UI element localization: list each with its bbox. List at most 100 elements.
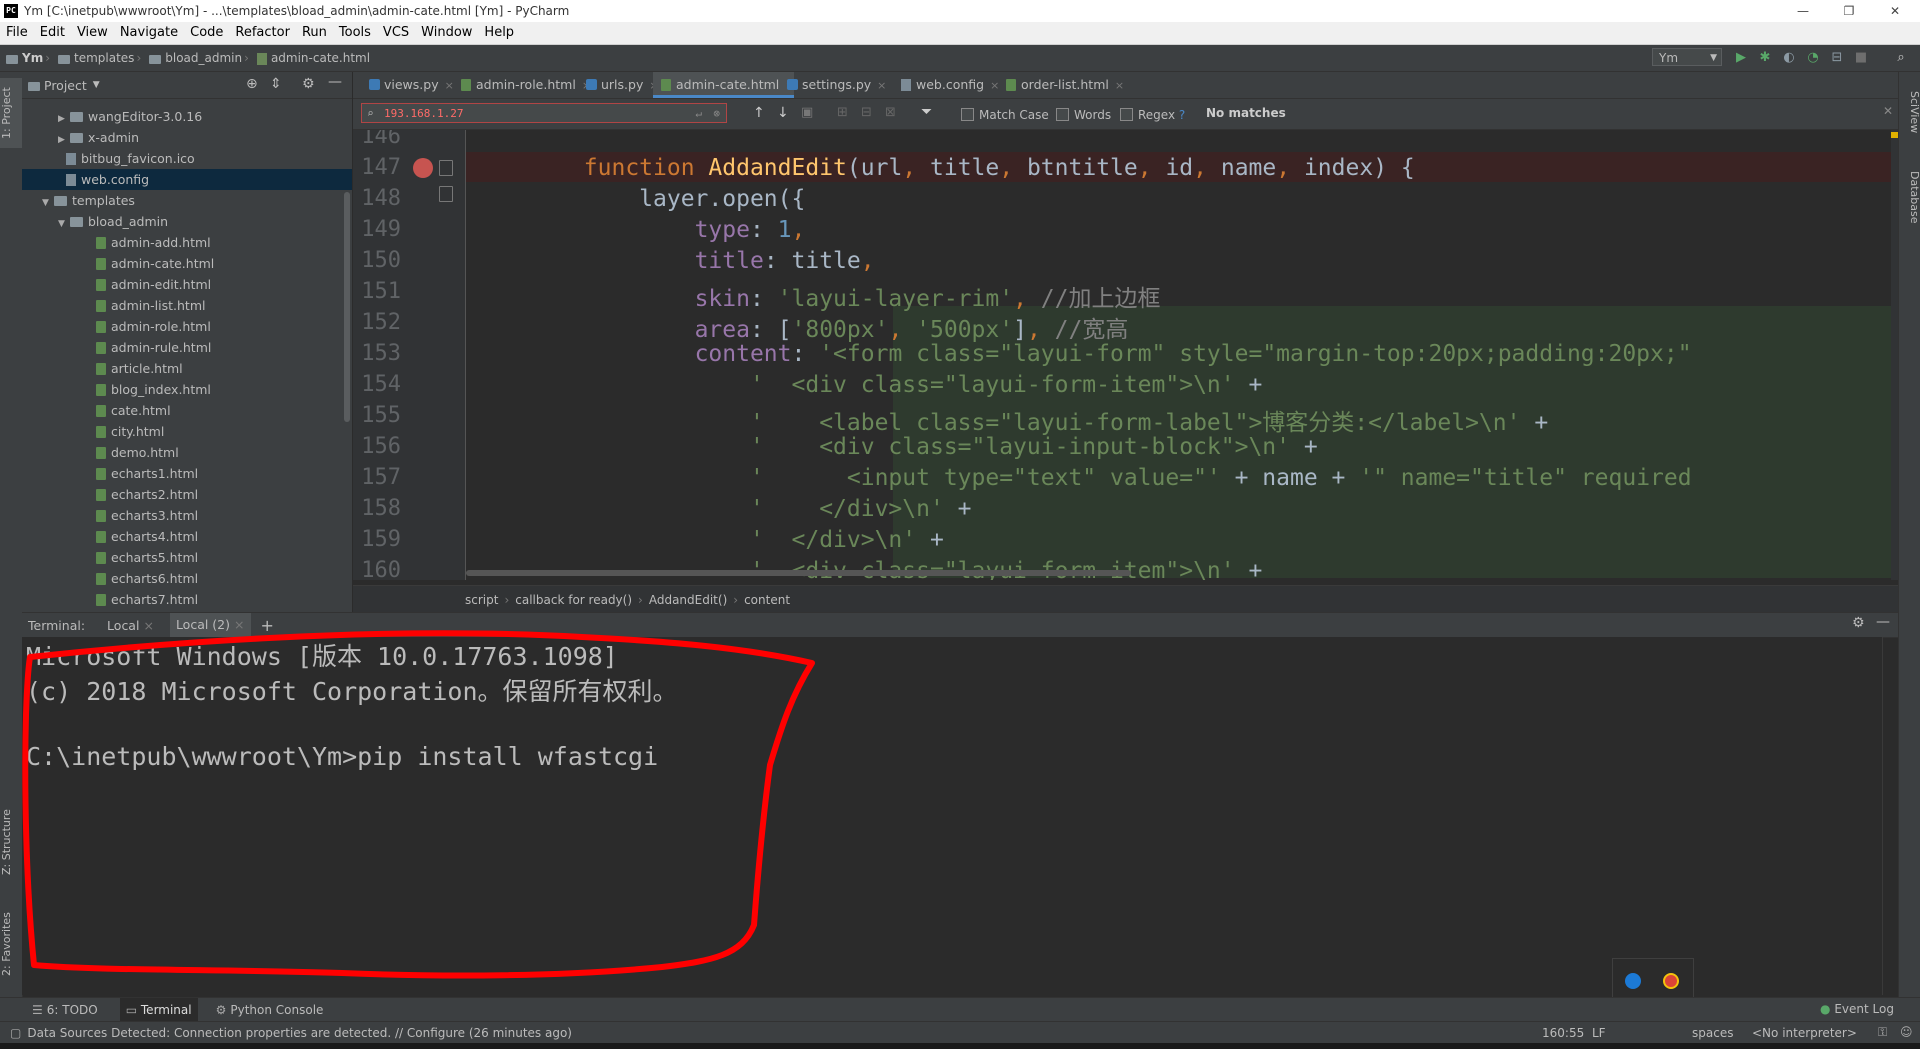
fold-icon[interactable] <box>439 160 453 176</box>
menu-window[interactable]: Window <box>415 22 478 44</box>
bluetooth-icon[interactable] <box>1625 973 1641 989</box>
tree-item[interactable]: admin-role.html <box>22 316 352 337</box>
collapse-all-icon[interactable]: ⇕ <box>270 76 282 92</box>
tree-item[interactable]: ▶ wangEditor-3.0.16 <box>22 106 352 127</box>
regex-checkbox[interactable] <box>1120 108 1133 121</box>
event-log-tool-tab[interactable]: ● Event Log <box>1820 1002 1894 1016</box>
chrome-icon[interactable] <box>1663 973 1679 989</box>
nav-crumb-file[interactable]: admin-cate.html <box>271 51 370 65</box>
tree-item[interactable]: blog_index.html <box>22 379 352 400</box>
editor-tab[interactable]: views.py × <box>361 72 454 98</box>
tree-item[interactable]: echarts1.html <box>22 463 352 484</box>
gear-icon[interactable]: ⚙ <box>302 76 315 92</box>
project-view-select[interactable]: Project <box>44 78 87 93</box>
indent-setting[interactable]: spaces <box>1692 1026 1733 1040</box>
breadcrumb-content[interactable]: content <box>744 593 790 607</box>
clear-icon[interactable]: ⊗ <box>713 104 720 124</box>
tree-item[interactable]: admin-add.html <box>22 232 352 253</box>
terminal-tool-tab[interactable]: ▭ Terminal <box>119 998 198 1022</box>
menu-tools[interactable]: Tools <box>333 22 377 44</box>
multi-select-icon[interactable]: ⊠ <box>885 105 896 120</box>
inspector-icon[interactable]: ☺ <box>1900 1025 1913 1039</box>
tree-item[interactable]: bitbug_favicon.ico <box>22 148 352 169</box>
words-checkbox[interactable] <box>1056 108 1069 121</box>
close-button[interactable]: ✕ <box>1872 0 1918 22</box>
tree-item[interactable]: ▶ x-admin <box>22 127 352 148</box>
maximize-button[interactable]: ❐ <box>1826 0 1872 22</box>
hide-icon[interactable]: — <box>328 74 342 90</box>
tree-item[interactable]: admin-cate.html <box>22 253 352 274</box>
select-all-occurrences-icon[interactable]: ▣ <box>801 105 813 120</box>
concurrency-icon[interactable]: ⊟ <box>1828 49 1846 67</box>
status-message[interactable]: Data Sources Detected: Connection proper… <box>27 1026 572 1040</box>
search-icon[interactable]: ⌕ <box>1892 49 1910 67</box>
gear-icon[interactable]: ⚙ <box>1852 615 1865 631</box>
tree-item[interactable]: echarts7.html <box>22 589 352 610</box>
tree-item[interactable]: echarts2.html <box>22 484 352 505</box>
close-tab-icon[interactable]: × <box>1115 79 1124 92</box>
tree-item[interactable]: echarts3.html <box>22 505 352 526</box>
tree-item[interactable]: article.html <box>22 358 352 379</box>
breadcrumb-callback[interactable]: callback for ready() <box>515 593 632 607</box>
project-tool-tab[interactable]: 1: Project <box>0 78 22 148</box>
tree-item[interactable]: demo.html <box>22 442 352 463</box>
tree-item[interactable]: admin-edit.html <box>22 274 352 295</box>
favorites-tool-tab[interactable]: 2: Favorites <box>0 904 22 984</box>
menu-code[interactable]: Code <box>184 22 229 44</box>
previous-occurrence-icon[interactable]: ↑ <box>753 105 765 121</box>
breadcrumb-function[interactable]: AddandEdit() <box>649 593 727 607</box>
minimize-button[interactable]: — <box>1780 0 1826 22</box>
match-case-checkbox[interactable] <box>961 108 974 121</box>
hide-icon[interactable]: — <box>1876 614 1890 630</box>
editor-tab[interactable]: admin-cate.html× <box>653 72 795 98</box>
locate-icon[interactable]: ⊕ <box>246 76 258 92</box>
warning-marker[interactable] <box>1891 132 1898 138</box>
interpreter-setting[interactable]: <No interpreter> <box>1752 1026 1857 1040</box>
tree-item[interactable]: ▼ templates <box>22 190 352 211</box>
breakpoint-icon[interactable] <box>413 158 433 178</box>
tree-item[interactable]: city.html <box>22 421 352 442</box>
regex-help-link[interactable]: ? <box>1179 108 1185 122</box>
fold-icon[interactable] <box>439 186 453 202</box>
tree-item[interactable]: echarts5.html <box>22 547 352 568</box>
menu-vcs[interactable]: VCS <box>377 22 415 44</box>
editor-tab[interactable]: admin-role.html× <box>453 72 591 98</box>
breadcrumb-script[interactable]: script <box>465 593 498 607</box>
nav-crumb-project[interactable]: Ym <box>22 51 43 65</box>
next-occurrence-icon[interactable]: ↓ <box>777 105 789 121</box>
horizontal-scrollbar[interactable] <box>466 570 1131 576</box>
run-icon[interactable]: ▶ <box>1732 49 1750 67</box>
menu-navigate[interactable]: Navigate <box>114 22 184 44</box>
menu-run[interactable]: Run <box>296 22 333 44</box>
editor-tab[interactable]: settings.py × <box>779 72 886 98</box>
profile-icon[interactable]: ◔ <box>1804 49 1822 67</box>
chevron-down-icon[interactable]: ▼ <box>93 80 100 90</box>
menu-edit[interactable]: Edit <box>34 22 71 44</box>
python-console-tool-tab[interactable]: Python Console <box>230 1003 323 1017</box>
database-tool-tab[interactable]: Database <box>1899 162 1920 232</box>
tree-item[interactable]: cate.html <box>22 400 352 421</box>
menu-file[interactable]: File <box>0 22 34 44</box>
project-scrollbar[interactable] <box>344 192 350 422</box>
line-separator[interactable]: LF <box>1592 1026 1606 1040</box>
menu-help[interactable]: Help <box>478 22 520 44</box>
structure-tool-tab[interactable]: Z: Structure <box>0 802 22 882</box>
lock-icon[interactable]: ⚿ <box>1878 1025 1887 1040</box>
editor-tab[interactable]: order-list.html × <box>998 72 1124 98</box>
tree-item[interactable]: admin-rule.html <box>22 337 352 358</box>
code-editor[interactable]: 146 147 148 149 150 151 152 153 154 155 156 157 158 1… <box>353 130 1898 580</box>
nav-crumb-bload-admin[interactable]: bload_admin <box>165 51 242 65</box>
filter-icon[interactable]: ⏷ <box>921 104 932 120</box>
tree-item[interactable]: echarts6.html <box>22 568 352 589</box>
tree-item[interactable]: web.config <box>22 169 352 190</box>
sciview-tool-tab[interactable]: SciView <box>1899 82 1920 142</box>
debug-icon[interactable]: ✱ <box>1756 49 1774 67</box>
coverage-icon[interactable]: ◐ <box>1780 49 1798 67</box>
find-input[interactable]: ⌕ 193.168.1.27 ↵ ⊗ <box>361 103 727 123</box>
caret-position[interactable]: 160:55 <box>1542 1026 1584 1040</box>
editor-tab[interactable]: urls.py× <box>578 72 659 98</box>
run-config-select[interactable]: Ym ▼ <box>1652 48 1722 66</box>
todo-tool-tab[interactable]: 6: TODO <box>47 1003 98 1017</box>
add-occurrence-icon[interactable]: ⊞ <box>837 105 848 120</box>
menu-view[interactable]: View <box>71 22 114 44</box>
